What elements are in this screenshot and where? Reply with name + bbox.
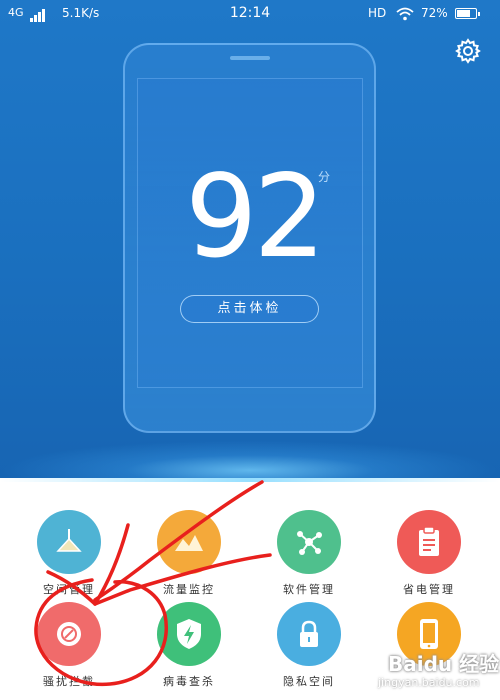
- tile-harassment-block[interactable]: 骚扰拦截: [9, 602, 129, 689]
- chart-icon: [157, 510, 221, 574]
- gear-icon[interactable]: [455, 38, 481, 64]
- watermark-brand: Baidu 经验: [388, 652, 500, 676]
- tile-traffic-monitor[interactable]: 流量监控: [129, 510, 249, 597]
- phone-speaker: [230, 56, 270, 60]
- hd-indicator: HD: [368, 6, 387, 20]
- tile-label: 骚扰拦截: [43, 675, 95, 688]
- battery-percent: 72%: [421, 6, 448, 20]
- tile-label: 软件管理: [283, 583, 335, 596]
- shield-block-icon: [37, 602, 101, 666]
- tile-label: 流量监控: [163, 583, 215, 596]
- tile-label: 病毒查杀: [163, 675, 215, 688]
- tile-private-space[interactable]: 隐私空间: [249, 602, 369, 689]
- broom-icon: [37, 510, 101, 574]
- clipboard-icon: [397, 510, 461, 574]
- health-score: 92: [185, 150, 326, 283]
- tile-label: 空间管理: [43, 583, 95, 596]
- shield-bolt-icon: [157, 602, 221, 666]
- molecule-icon: [277, 510, 341, 574]
- watermark-url: jingyan.baidu.com: [378, 676, 480, 689]
- tile-power-management[interactable]: 省电管理: [369, 510, 489, 597]
- lock-icon: [277, 602, 341, 666]
- tile-label: 省电管理: [403, 583, 455, 596]
- tile-software-management[interactable]: 软件管理: [249, 510, 369, 597]
- check-up-button[interactable]: 点击体检: [180, 295, 319, 323]
- battery-icon: [455, 8, 480, 19]
- tile-label: 隐私空间: [283, 675, 335, 688]
- tile-virus-scan[interactable]: 病毒查杀: [129, 602, 249, 689]
- status-bar: 4G 5.1K/s 12:14 HD 72%: [0, 0, 500, 28]
- wifi-icon: [396, 7, 414, 25]
- score-unit: 分: [318, 170, 331, 184]
- tile-space-management[interactable]: 空间管理: [9, 510, 129, 597]
